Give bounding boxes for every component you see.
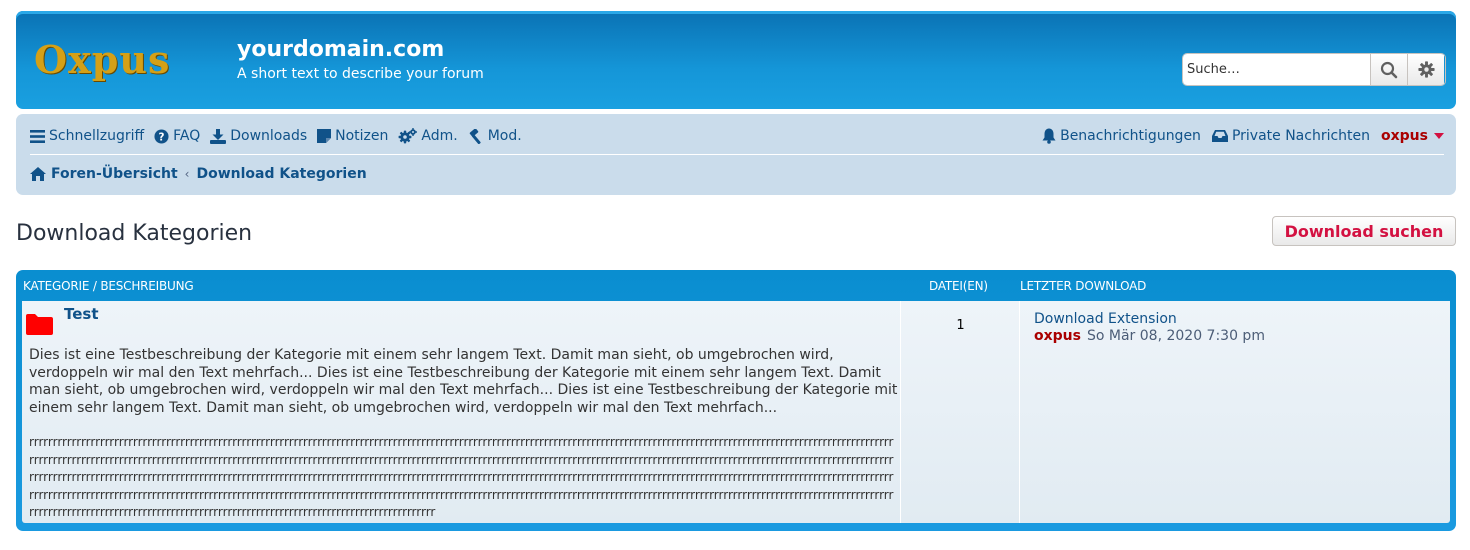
search-box [1183, 54, 1445, 85]
column-divider [900, 301, 901, 523]
home-icon [30, 167, 46, 181]
nav-right: Benachrichtigungen Private Nachrichten o… [1042, 128, 1444, 144]
svg-text:?: ? [159, 131, 165, 143]
site-logo[interactable]: Oxpus [34, 37, 170, 82]
username: oxpus [1381, 128, 1428, 144]
nav-downloads-label: Downloads [230, 128, 308, 144]
sticky-note-icon [317, 129, 332, 143]
table-header: Kategorie / Beschreibung Datei(en) Letzt… [16, 270, 1456, 302]
question-circle-icon: ? [154, 128, 169, 144]
category-title-link[interactable]: Test [64, 305, 99, 323]
search-button[interactable] [1370, 54, 1407, 85]
search-input[interactable] [1183, 54, 1370, 85]
gear-icon [1417, 61, 1435, 78]
search-icon [1380, 61, 1398, 78]
inbox-icon [1211, 130, 1228, 142]
nav-divider [30, 154, 1444, 155]
header-last-download: Letzter Download [1020, 279, 1147, 293]
breadcrumb-separator: ‹ [184, 167, 190, 181]
site-title[interactable]: yourdomain.com [237, 37, 444, 62]
last-download: Download Extension oxpus So Mär 08, 2020 … [1034, 311, 1265, 345]
user-menu[interactable]: oxpus [1381, 128, 1444, 144]
cogs-icon [399, 128, 418, 144]
site-header: Oxpus yourdomain.com A short text to des… [16, 11, 1456, 109]
nav-quick-links-label: Schnellzugriff [49, 128, 145, 144]
last-download-user[interactable]: oxpus [1034, 328, 1081, 344]
site-description: A short text to describe your forum [237, 66, 484, 82]
last-download-date: So Mär 08, 2020 7:30 pm [1086, 328, 1265, 344]
nav-private-messages-label: Private Nachrichten [1231, 128, 1371, 144]
page-title: Download Kategorien [16, 221, 253, 246]
nav-mcp[interactable]: Mod. [468, 128, 522, 144]
navbar: Schnellzugriff ? FAQ Downloads Notizen A… [16, 114, 1456, 195]
category-description: Dies ist eine Testbeschreibung der Kateg… [29, 347, 898, 416]
breadcrumb: Foren-Übersicht ‹ Download Kategorien [30, 164, 367, 184]
nav-acp[interactable]: Adm. [398, 128, 458, 144]
nav-row: Schnellzugriff ? FAQ Downloads Notizen A… [30, 126, 1444, 146]
advanced-search-button[interactable] [1407, 54, 1444, 85]
nav-faq-label: FAQ [173, 128, 201, 144]
nav-notifications-label: Benachrichtigungen [1060, 128, 1201, 144]
nav-downloads[interactable]: Downloads [210, 128, 307, 144]
nav-faq[interactable]: ? FAQ [154, 128, 200, 144]
nav-mcp-label: Mod. [487, 128, 522, 144]
folder-icon [26, 314, 53, 335]
header-files: Datei(en) [929, 279, 988, 293]
last-download-title[interactable]: Download Extension [1034, 311, 1177, 327]
category-long-text: rrrrrrrrrrrrrrrrrrrrrrrrrrrrrrrrrrrrrrrr… [29, 435, 894, 519]
gavel-icon [469, 128, 481, 144]
bell-icon [1042, 128, 1056, 144]
table-row: Test Dies ist eine Testbeschreibung der … [22, 301, 1450, 523]
bars-icon [30, 129, 45, 143]
column-divider [1019, 301, 1020, 523]
header-category: Kategorie / Beschreibung [23, 279, 194, 293]
nav-notifications[interactable]: Benachrichtigungen [1042, 128, 1201, 144]
caret-down-icon [1434, 133, 1444, 139]
category-table: Kategorie / Beschreibung Datei(en) Letzt… [16, 270, 1456, 531]
breadcrumb-current[interactable]: Download Kategorien [196, 166, 366, 182]
nav-notes[interactable]: Notizen [317, 128, 388, 144]
nav-quick-links[interactable]: Schnellzugriff [30, 128, 144, 144]
nav-private-messages[interactable]: Private Nachrichten [1211, 128, 1371, 144]
download-icon [210, 128, 227, 144]
breadcrumb-home[interactable]: Foren-Übersicht [51, 166, 178, 182]
files-count: 1 [956, 318, 965, 333]
nav-notes-label: Notizen [335, 128, 389, 144]
nav-acp-label: Adm. [421, 128, 458, 144]
download-search-button[interactable]: Download suchen [1272, 216, 1456, 246]
page: Oxpus yourdomain.com A short text to des… [0, 0, 1470, 550]
